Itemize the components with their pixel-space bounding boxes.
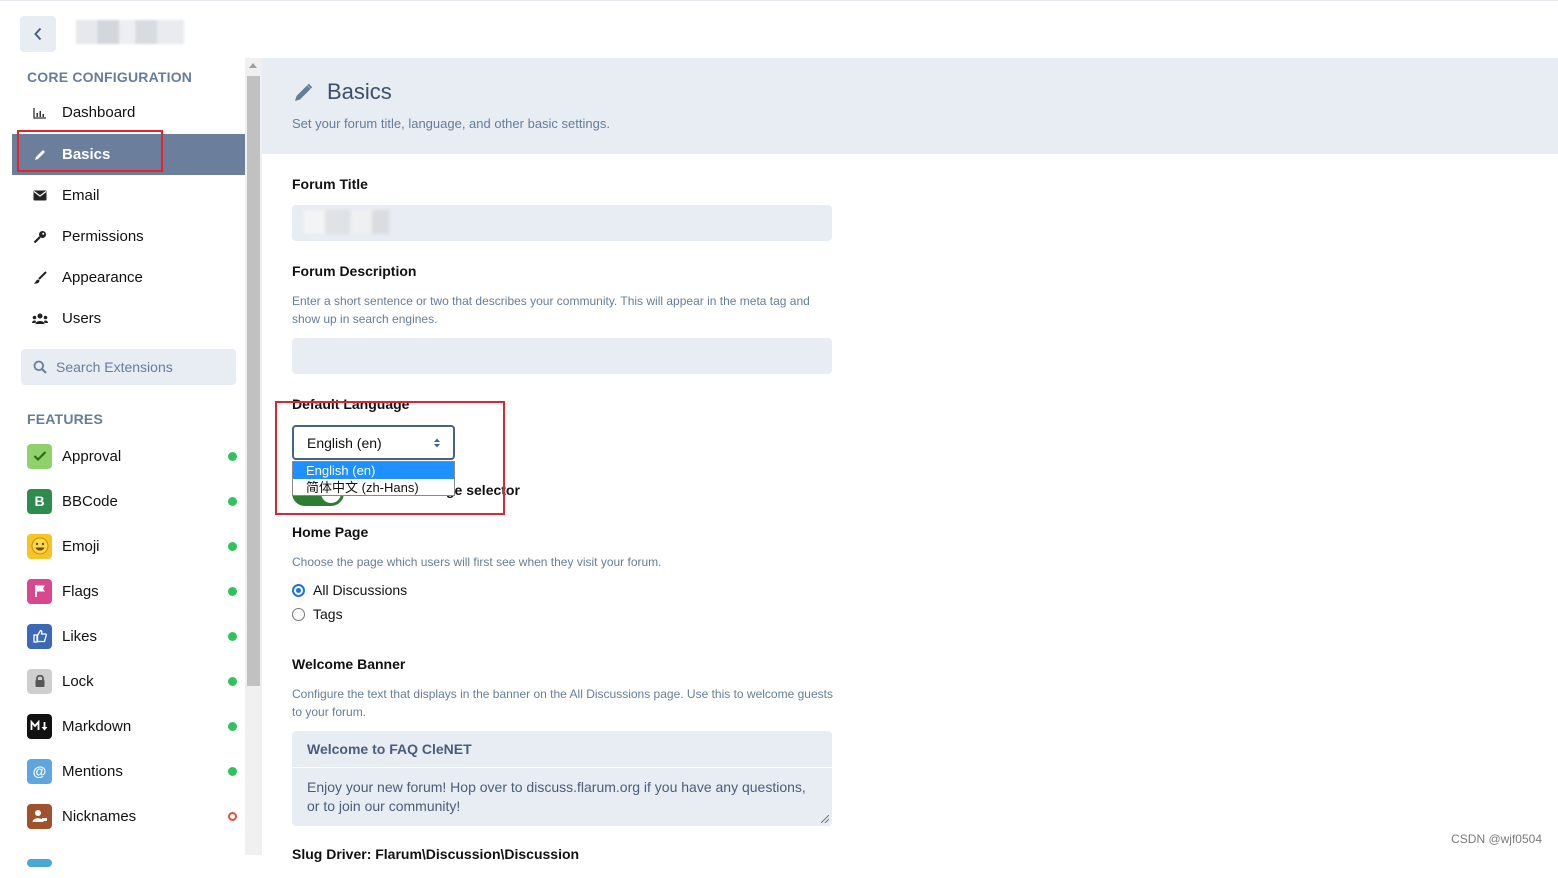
extension-item-flags[interactable]: Flags (27, 576, 237, 606)
highlight-box-language (275, 401, 505, 515)
core-configuration-heading: CORE CONFIGURATION (27, 69, 192, 85)
top-header (0, 0, 1558, 58)
back-button[interactable] (20, 16, 56, 52)
radio-button[interactable] (292, 608, 305, 621)
chevron-left-icon (33, 27, 43, 41)
home-page-help: Choose the page which users will first s… (292, 553, 837, 571)
key-icon (32, 229, 48, 245)
enabled-status-dot (228, 677, 237, 686)
enabled-status-dot (228, 767, 237, 776)
welcome-banner-label: Welcome Banner (292, 656, 405, 672)
admin-sidebar: CORE CONFIGURATION Dashboard Basics Emai… (12, 58, 245, 855)
enabled-status-dot (228, 632, 237, 641)
nav-item-users[interactable]: Users (12, 298, 245, 339)
markdown-icon (27, 714, 52, 739)
nav-item-dashboard[interactable]: Dashboard (12, 92, 245, 133)
nav-label: Permissions (62, 228, 144, 245)
paintbrush-icon (32, 270, 48, 286)
extension-label: Flags (62, 583, 99, 600)
watermark: CSDN @wjf0504 (1451, 832, 1542, 846)
nav-label: Users (62, 310, 101, 327)
envelope-icon (32, 188, 48, 204)
forum-title-label: Forum Title (292, 176, 368, 192)
nav-item-email[interactable]: Email (12, 175, 245, 216)
sidebar-scrollbar[interactable] (245, 58, 262, 855)
extension-item-approval[interactable]: Approval (27, 441, 237, 471)
extension-item-likes[interactable]: Likes (27, 621, 237, 651)
bbcode-b-icon: B (27, 489, 52, 514)
extension-item-mentions[interactable]: @ Mentions (27, 756, 237, 786)
enabled-status-dot (228, 542, 237, 551)
nav-label: Email (62, 187, 100, 204)
nav-label: Appearance (62, 269, 143, 286)
extension-icon (27, 859, 52, 867)
slug-driver-label: Slug Driver: Flarum\Discussion\Discussio… (292, 846, 579, 862)
extension-label: Lock (62, 673, 94, 690)
search-icon (33, 360, 47, 374)
scroll-up-arrow-icon[interactable] (249, 63, 257, 68)
flag-icon (27, 579, 52, 604)
nav-label: Dashboard (62, 104, 135, 121)
extension-label: Mentions (62, 763, 123, 780)
enabled-status-dot (228, 452, 237, 461)
extension-label: Markdown (62, 718, 131, 735)
thumbs-up-icon (27, 624, 52, 649)
radio-label: Tags (313, 606, 343, 622)
extension-item-nicknames[interactable]: Nicknames (27, 801, 237, 831)
extension-label: Nicknames (62, 808, 136, 825)
at-sign-icon: @ (27, 759, 52, 784)
disabled-status-dot (228, 812, 237, 821)
features-heading: FEATURES (27, 411, 103, 427)
search-extensions-input[interactable]: Search Extensions (21, 349, 236, 385)
welcome-banner-text: Enjoy your new forum! Hop over to discus… (307, 779, 806, 814)
extension-item-lock[interactable]: Lock (27, 666, 237, 696)
extension-label: Approval (62, 448, 121, 465)
search-extensions-placeholder: Search Extensions (56, 359, 173, 375)
enabled-status-dot (228, 722, 237, 731)
forum-description-help: Enter a short sentence or two that descr… (292, 292, 837, 328)
resize-grip-icon[interactable] (821, 815, 829, 823)
extension-label: Likes (62, 628, 97, 645)
welcome-banner-title-input[interactable]: Welcome to FAQ CleNET (292, 731, 832, 767)
extension-item-emoji[interactable]: Emoji (27, 531, 237, 561)
home-page-option-all-discussions[interactable]: All Discussions (292, 582, 407, 598)
enabled-status-dot (228, 497, 237, 506)
check-icon (27, 444, 52, 469)
scroll-thumb[interactable] (247, 76, 260, 686)
home-page-option-tags[interactable]: Tags (292, 606, 343, 622)
lock-icon (27, 669, 52, 694)
pencil-icon (292, 82, 314, 104)
welcome-banner-text-input[interactable]: Enjoy your new forum! Hop over to discus… (292, 768, 832, 826)
nav-item-permissions[interactable]: Permissions (12, 216, 245, 257)
radio-button-checked[interactable] (292, 584, 305, 597)
extension-item-markdown[interactable]: Markdown (27, 711, 237, 741)
users-icon (32, 311, 48, 327)
page-header: Basics Set your forum title, language, a… (262, 58, 1558, 154)
extension-label: BBCode (62, 493, 118, 510)
page-title: Basics (327, 79, 392, 105)
nav-item-appearance[interactable]: Appearance (12, 257, 245, 298)
enabled-status-dot (228, 587, 237, 596)
forum-description-input[interactable] (292, 338, 832, 374)
home-page-label: Home Page (292, 524, 368, 540)
forum-description-label: Forum Description (292, 263, 416, 279)
highlight-box-basics (17, 130, 163, 172)
welcome-banner-help: Configure the text that displays in the … (292, 685, 837, 721)
extension-item-bbcode[interactable]: B BBCode (27, 486, 237, 516)
chart-icon (32, 105, 48, 121)
forum-title-value-blurred (304, 210, 389, 234)
smiley-icon (27, 534, 52, 559)
page-description: Set your forum title, language, and othe… (292, 116, 610, 131)
forum-logo-blurred (76, 20, 184, 44)
radio-label: All Discussions (313, 582, 407, 598)
extension-label: Emoji (62, 538, 100, 555)
user-tag-icon (27, 804, 52, 829)
extension-item-cutoff[interactable] (27, 848, 237, 878)
